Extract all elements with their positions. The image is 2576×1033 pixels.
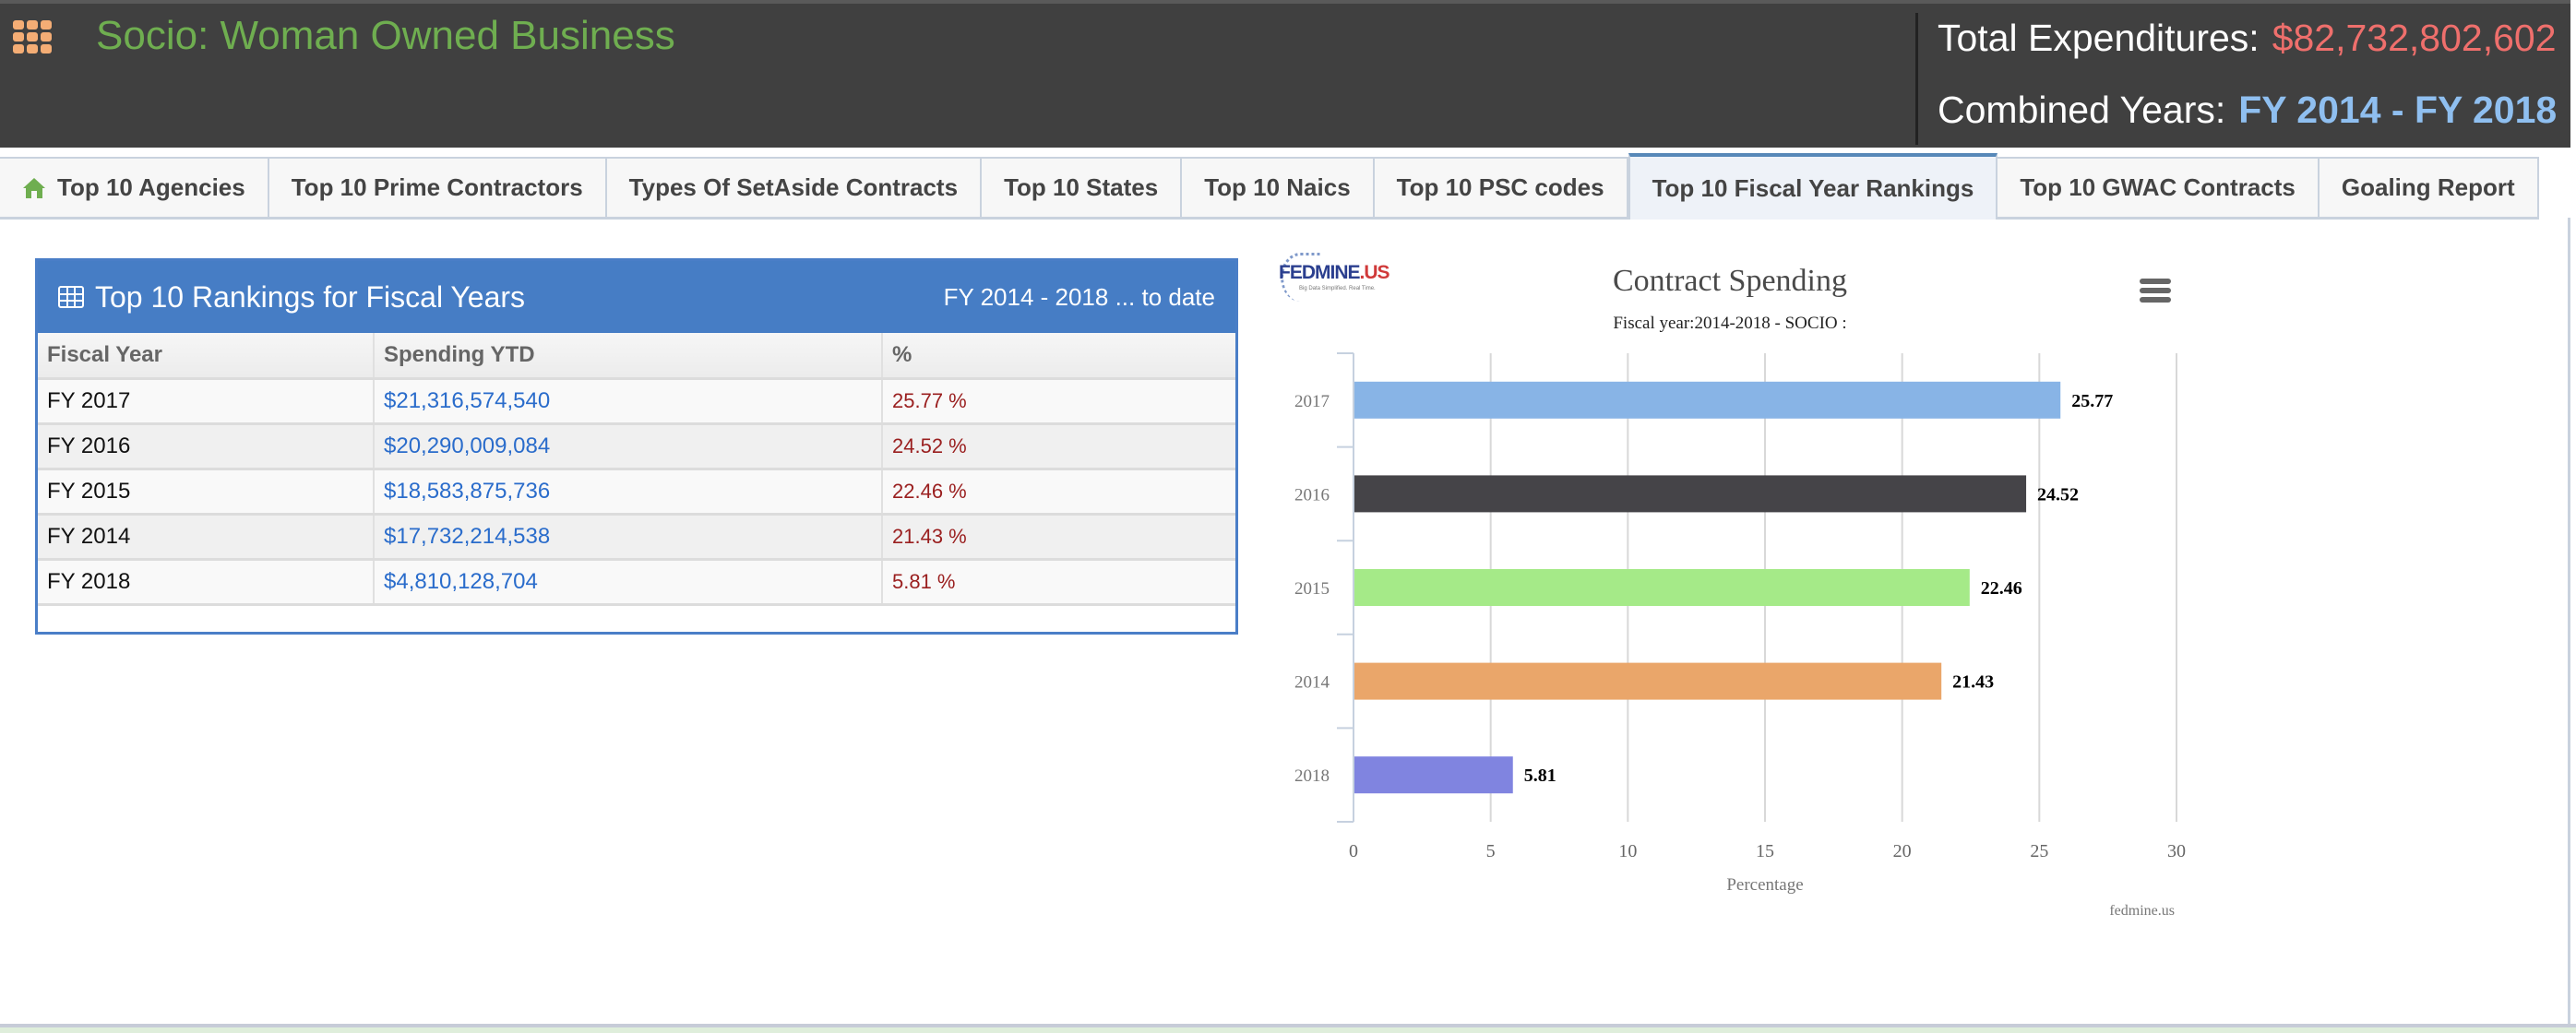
bar-2018 <box>1354 756 1513 794</box>
bar-2015 <box>1354 569 1970 606</box>
report-tabs: Top 10 Agencies Top 10 Prime Contractors… <box>0 153 2539 220</box>
footer-strip <box>0 1024 2576 1033</box>
apps-grid-icon[interactable] <box>13 20 54 53</box>
home-icon <box>23 177 45 198</box>
x-tick-label: 5 <box>1486 841 1496 861</box>
tab-top-10-agencies[interactable]: Top 10 Agencies <box>0 159 269 220</box>
fiscal-year-cell: FY 2017 <box>38 378 375 425</box>
category-label: 2018 <box>1294 766 1330 786</box>
category-label: 2014 <box>1294 673 1330 693</box>
rankings-panel: Top 10 Rankings for Fiscal Years FY 2014… <box>35 258 1238 635</box>
fiscal-year-cell: FY 2014 <box>38 514 375 561</box>
x-axis-title: Percentage <box>1726 875 1803 895</box>
tab-top-10-prime-contractors[interactable]: Top 10 Prime Contractors <box>268 159 607 220</box>
tab-top-10-psc-codes[interactable]: Top 10 PSC codes <box>1374 159 1628 220</box>
percent-cell: 25.77 % <box>882 378 1235 425</box>
tab-label: Top 10 Fiscal Year Rankings <box>1652 173 1974 202</box>
rankings-title: Top 10 Rankings for Fiscal Years <box>95 279 526 314</box>
rankings-panel-header: Top 10 Rankings for Fiscal Years FY 2014… <box>38 261 1235 333</box>
rankings-range: FY 2014 - 2018 ... to date <box>943 282 1215 311</box>
data-label: 5.81 <box>1524 766 1556 786</box>
total-expenditures: Total Expenditures: $82,732,802,602 <box>1938 17 2557 60</box>
fiscal-year-cell: FY 2016 <box>38 423 375 470</box>
tab-top-10-states[interactable]: Top 10 States <box>982 159 1183 220</box>
column-header-spending-ytd[interactable]: Spending YTD <box>374 333 883 380</box>
percent-cell: 21.43 % <box>882 514 1235 561</box>
total-expenditures-value: $82,732,802,602 <box>2272 17 2557 59</box>
x-tick-label: 15 <box>1756 841 1774 861</box>
table-row: FY 2014 $17,732,214,538 21.43 % <box>38 514 1235 561</box>
total-expenditures-label: Total Expenditures: <box>1938 17 2260 59</box>
data-label: 25.77 <box>2071 391 2113 411</box>
tab-types-of-setaside-contracts[interactable]: Types Of SetAside Contracts <box>606 159 983 220</box>
page-title: Socio: Woman Owned Business <box>96 13 675 58</box>
tab-label: Top 10 PSC codes <box>1396 173 1604 201</box>
percent-cell: 22.46 % <box>882 469 1235 516</box>
table-icon <box>58 286 84 308</box>
bar-2014 <box>1354 662 1942 700</box>
x-tick-label: 30 <box>2167 841 2186 861</box>
category-label: 2017 <box>1294 392 1330 411</box>
bar-2017 <box>1354 381 2061 419</box>
category-label: 2015 <box>1294 579 1330 599</box>
tab-top-10-gwac-contracts[interactable]: Top 10 GWAC Contracts <box>1998 159 2320 220</box>
data-label: 21.43 <box>1952 672 1994 693</box>
data-label: 22.46 <box>1981 578 2022 599</box>
combined-years: Combined Years: FY 2014 - FY 2018 <box>1938 89 2557 132</box>
tab-label: Types Of SetAside Contracts <box>628 173 959 201</box>
contract-spending-chart: FEDMINE.US Big Data Simplified. Real Tim… <box>1264 240 2196 996</box>
tab-label: Top 10 Agencies <box>57 173 245 201</box>
table-row: FY 2018 $4,810,128,704 5.81 % <box>38 559 1235 606</box>
combined-years-label: Combined Years: <box>1938 89 2226 131</box>
combined-years-value: FY 2014 - FY 2018 <box>2238 89 2558 131</box>
x-tick-label: 25 <box>2030 841 2048 861</box>
rankings-table: Fiscal Year Spending YTD % FY 2017 $21,3… <box>38 333 1235 606</box>
bar-2016 <box>1354 475 2027 513</box>
table-row: FY 2015 $18,583,875,736 22.46 % <box>38 469 1235 516</box>
spending-cell[interactable]: $21,316,574,540 <box>374 378 883 425</box>
spending-cell[interactable]: $4,810,128,704 <box>374 559 883 606</box>
x-tick-label: 10 <box>1618 841 1637 861</box>
column-header-percent[interactable]: % <box>882 333 1235 380</box>
tab-label: Top 10 States <box>1004 173 1159 201</box>
table-row: FY 2016 $20,290,009,084 24.52 % <box>38 423 1235 470</box>
x-tick-label: 0 <box>1349 841 1358 861</box>
fiscal-year-cell: FY 2018 <box>38 559 375 606</box>
spending-cell[interactable]: $20,290,009,084 <box>374 423 883 470</box>
tab-top-10-fiscal-year-rankings[interactable]: Top 10 Fiscal Year Rankings <box>1628 153 1998 220</box>
tab-goaling-report[interactable]: Goaling Report <box>2319 159 2539 220</box>
fiscal-year-cell: FY 2015 <box>38 469 375 516</box>
tab-label: Top 10 GWAC Contracts <box>2020 173 2296 201</box>
chart-credit: fedmine.us <box>2109 903 2175 919</box>
category-label: 2016 <box>1294 485 1330 505</box>
spending-cell[interactable]: $18,583,875,736 <box>374 469 883 516</box>
percent-cell: 5.81 % <box>882 559 1235 606</box>
chart-plot-area: 2017 25.772016 24.522015 22.462014 21.432018… <box>1294 352 2186 919</box>
tab-top-10-naics[interactable]: Top 10 Naics <box>1182 159 1375 220</box>
x-tick-label: 20 <box>1893 841 1912 861</box>
tab-label: Goaling Report <box>2341 173 2515 201</box>
top-header: Socio: Woman Owned Business Total Expend… <box>0 0 2570 148</box>
tab-label: Top 10 Naics <box>1204 173 1351 201</box>
percent-cell: 24.52 % <box>882 423 1235 470</box>
table-row: FY 2017 $21,316,574,540 25.77 % <box>38 378 1235 425</box>
spending-cell[interactable]: $17,732,214,538 <box>374 514 883 561</box>
data-label: 24.52 <box>2037 484 2079 505</box>
tab-label: Top 10 Prime Contractors <box>291 173 583 201</box>
column-header-fiscal-year[interactable]: Fiscal Year <box>38 333 375 380</box>
header-divider <box>1915 13 1918 145</box>
